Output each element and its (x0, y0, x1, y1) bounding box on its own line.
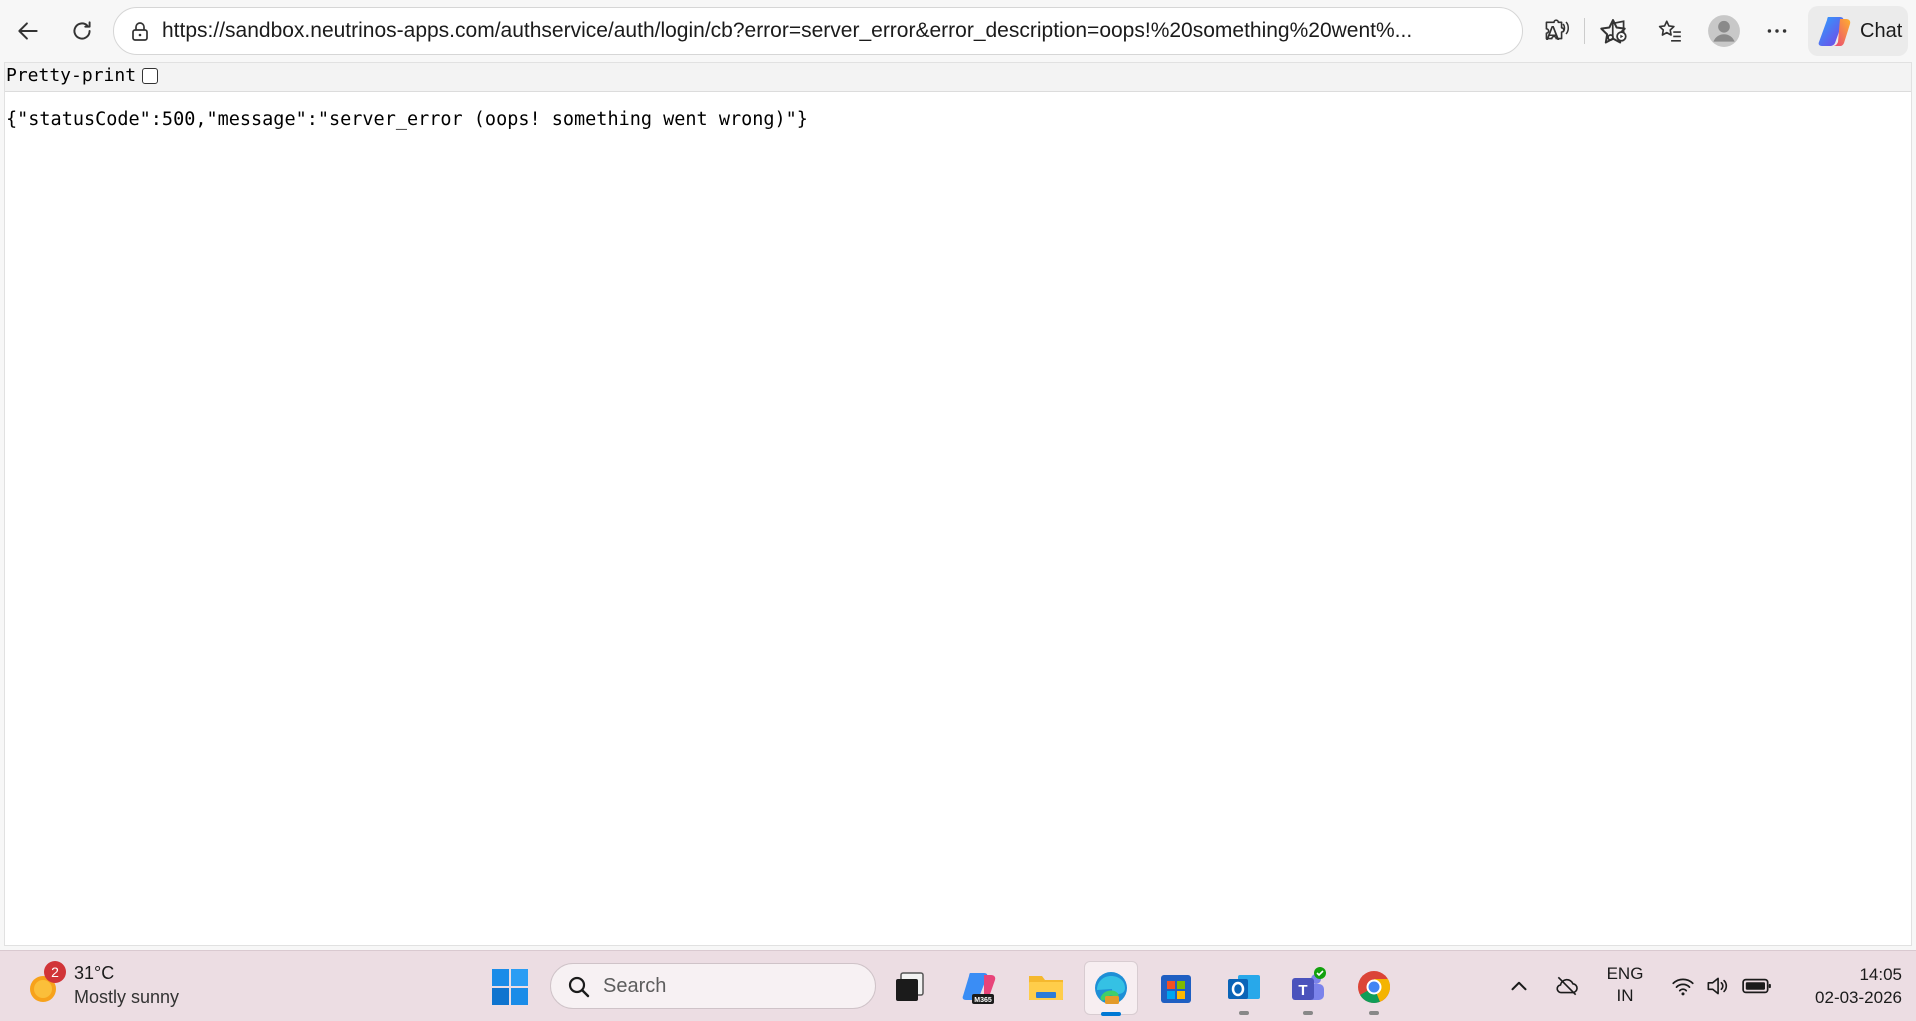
music-note-icon (1607, 20, 1627, 42)
language-indicator[interactable]: ENG IN (1600, 963, 1650, 1007)
taskbar-m365-copilot[interactable]: M365 (954, 961, 1006, 1013)
taskbar-search[interactable]: Search (550, 963, 876, 1009)
outlook-icon (1228, 975, 1260, 999)
json-response-text: {"statusCode":500,"message":"server_erro… (6, 109, 808, 130)
svg-text:T: T (1298, 982, 1307, 999)
taskbar-teams[interactable]: T (1282, 961, 1334, 1015)
task-view-icon (896, 972, 924, 1001)
active-app-indicator (1101, 1012, 1121, 1016)
profile-button[interactable] (1704, 11, 1744, 51)
app-running-indicator (1303, 1011, 1313, 1015)
refresh-button[interactable] (62, 11, 102, 51)
avatar-icon (1708, 15, 1740, 47)
search-placeholder: Search (603, 975, 667, 997)
task-view-button[interactable] (884, 961, 936, 1013)
pretty-print-checkbox[interactable] (142, 68, 158, 84)
system-clock[interactable]: 14:05 02-03-2026 (1792, 963, 1902, 1009)
show-hidden-icons-button[interactable] (1502, 969, 1536, 1003)
m365-copilot-icon: M365 (962, 973, 996, 1004)
url-text[interactable]: https://sandbox.neutrinos-apps.com/auths… (162, 8, 1522, 54)
teams-icon: T (1292, 967, 1326, 1000)
weather-condition: Mostly sunny (74, 987, 180, 1007)
weather-notification-badge: 2 (44, 961, 66, 983)
edge-browser-icon (1095, 972, 1127, 1004)
browser-toolbar: https://sandbox.neutrinos-apps.com/auths… (0, 0, 1916, 62)
region-code: IN (1616, 986, 1634, 1005)
app-running-indicator (1239, 1011, 1249, 1015)
chrome-icon (1358, 971, 1391, 1003)
cloud-offline-icon (1556, 976, 1578, 996)
wifi-icon (1672, 978, 1694, 996)
language-code: ENG (1606, 964, 1644, 983)
taskbar-edge[interactable] (1084, 961, 1138, 1016)
clock-time: 14:05 (1859, 965, 1902, 984)
start-button[interactable] (484, 961, 536, 1013)
taskbar-chrome[interactable] (1348, 961, 1400, 1015)
windows-taskbar: 2 31°C Mostly sunny Search M365 T ENG IN… (0, 950, 1916, 1021)
favorites-button[interactable] (1650, 11, 1690, 51)
onedrive-status-button[interactable] (1550, 969, 1584, 1003)
site-info-lock-icon[interactable] (128, 20, 152, 44)
pretty-print-label: Pretty-print (6, 65, 137, 86)
refresh-icon (73, 21, 91, 40)
weather-temperature: 31°C (74, 963, 115, 983)
store-icon (1161, 975, 1191, 1003)
taskbar-microsoft-store[interactable] (1150, 961, 1202, 1013)
page-viewport: Pretty-print {"statusCode":500,"message"… (4, 62, 1912, 946)
speaker-icon (1707, 977, 1728, 995)
weather-widget[interactable]: 2 31°C Mostly sunny (22, 961, 202, 1011)
toolbar-divider (1584, 18, 1585, 44)
extensions-button[interactable] (1534, 11, 1574, 51)
pretty-print-bar: Pretty-print (5, 63, 1911, 92)
copilot-icon (1818, 17, 1851, 46)
media-control-button[interactable] (1596, 11, 1636, 51)
battery-icon (1742, 978, 1771, 994)
back-button[interactable] (8, 11, 48, 51)
taskbar-file-explorer[interactable] (1020, 961, 1072, 1013)
chevron-up-icon (1511, 981, 1527, 991)
copilot-chat-button[interactable]: Chat (1808, 6, 1908, 56)
favorites-list-icon (1658, 20, 1681, 42)
app-running-indicator (1369, 1011, 1379, 1015)
svg-text:M365: M365 (974, 997, 992, 1004)
windows-logo-icon (492, 969, 528, 1005)
puzzle-icon (1545, 19, 1565, 40)
back-arrow-icon (18, 22, 38, 40)
folder-icon (1029, 976, 1063, 1000)
battery-button[interactable] (1740, 969, 1774, 1003)
search-icon (568, 976, 590, 998)
clock-date: 02-03-2026 (1815, 988, 1902, 1007)
chat-label: Chat (1860, 20, 1903, 42)
network-button[interactable] (1666, 969, 1700, 1003)
settings-more-button[interactable] (1757, 11, 1797, 51)
taskbar-outlook[interactable] (1218, 961, 1270, 1015)
address-bar[interactable]: https://sandbox.neutrinos-apps.com/auths… (113, 7, 1626, 55)
more-dots-icon (1767, 29, 1787, 33)
volume-button[interactable] (1700, 969, 1734, 1003)
